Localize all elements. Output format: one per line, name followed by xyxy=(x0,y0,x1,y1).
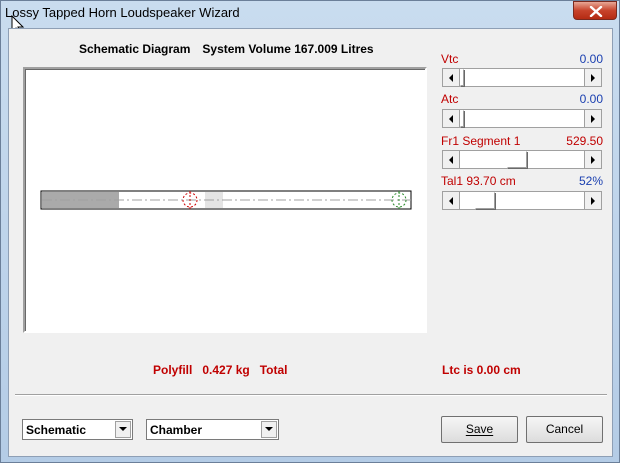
section-select-value: Chamber xyxy=(150,423,203,437)
schematic-diagram xyxy=(23,67,427,333)
title-bar[interactable]: Lossy Tapped Horn Loudspeaker Wizard xyxy=(1,1,619,25)
atc-value: 0.00 xyxy=(579,92,603,106)
view-select-dropdown-button[interactable] xyxy=(115,421,131,438)
section-select[interactable]: Chamber xyxy=(146,419,279,440)
left-arrow-icon xyxy=(449,114,453,123)
ltc-status: Ltc is 0.00 cm xyxy=(442,363,521,377)
fr1-left-button[interactable] xyxy=(443,151,460,168)
tal1-right-button[interactable] xyxy=(584,192,601,209)
fr1-value: 529.50 xyxy=(566,134,603,148)
atc-label: Atc xyxy=(441,92,459,106)
right-arrow-icon xyxy=(591,73,595,82)
cancel-button[interactable]: Cancel xyxy=(526,416,603,443)
atc-thumb[interactable] xyxy=(460,110,464,127)
view-select[interactable]: Schematic xyxy=(22,419,133,440)
system-volume-text: System Volume 167.009 Litres xyxy=(202,42,374,56)
left-arrow-icon xyxy=(449,155,453,164)
separator xyxy=(15,394,607,396)
cancel-button-label: Cancel xyxy=(545,422,584,436)
vtc-right-button[interactable] xyxy=(584,69,601,86)
atc-slider[interactable] xyxy=(442,109,602,128)
schematic-label: Schematic Diagram xyxy=(79,42,191,56)
fr1-slider[interactable] xyxy=(442,150,602,169)
right-arrow-icon xyxy=(591,155,595,164)
chevron-down-icon xyxy=(265,427,273,431)
vtc-left-button[interactable] xyxy=(443,69,460,86)
left-arrow-icon xyxy=(449,196,453,205)
vtc-value: 0.00 xyxy=(579,52,603,66)
fr1-thumb[interactable] xyxy=(507,151,527,168)
atc-right-button[interactable] xyxy=(584,110,601,127)
tal1-value: 52% xyxy=(578,174,603,188)
horn-schematic xyxy=(40,190,412,210)
close-icon xyxy=(589,6,603,17)
section-select-dropdown-button[interactable] xyxy=(261,421,277,438)
fr1-label: Fr1 Segment 1 xyxy=(441,134,521,148)
vtc-label: Vtc xyxy=(441,52,459,66)
view-select-value: Schematic xyxy=(26,423,87,437)
wizard-window: Lossy Tapped Horn Loudspeaker Wizard Sch… xyxy=(0,0,620,463)
vtc-slider[interactable] xyxy=(442,68,602,87)
save-button-label: Save xyxy=(465,422,494,436)
close-button[interactable] xyxy=(573,1,617,20)
window-title: Lossy Tapped Horn Loudspeaker Wizard xyxy=(5,5,240,20)
vtc-thumb[interactable] xyxy=(460,69,464,86)
tal1-left-button[interactable] xyxy=(443,192,460,209)
schematic-heading: Schematic Diagram System Volume 167.009 L… xyxy=(79,42,374,56)
right-arrow-icon xyxy=(591,114,595,123)
chevron-down-icon xyxy=(119,427,127,431)
polyfill-status: Polyfill 0.427 kg Total xyxy=(153,363,288,377)
right-arrow-icon xyxy=(591,196,595,205)
atc-left-button[interactable] xyxy=(443,110,460,127)
tal1-thumb[interactable] xyxy=(475,192,495,209)
tal1-slider[interactable] xyxy=(442,191,602,210)
client-area: Schematic Diagram System Volume 167.009 L… xyxy=(8,28,613,457)
tal1-label: Tal1 93.70 cm xyxy=(441,174,516,188)
left-arrow-icon xyxy=(449,73,453,82)
fr1-right-button[interactable] xyxy=(584,151,601,168)
save-button[interactable]: Save xyxy=(441,416,518,443)
